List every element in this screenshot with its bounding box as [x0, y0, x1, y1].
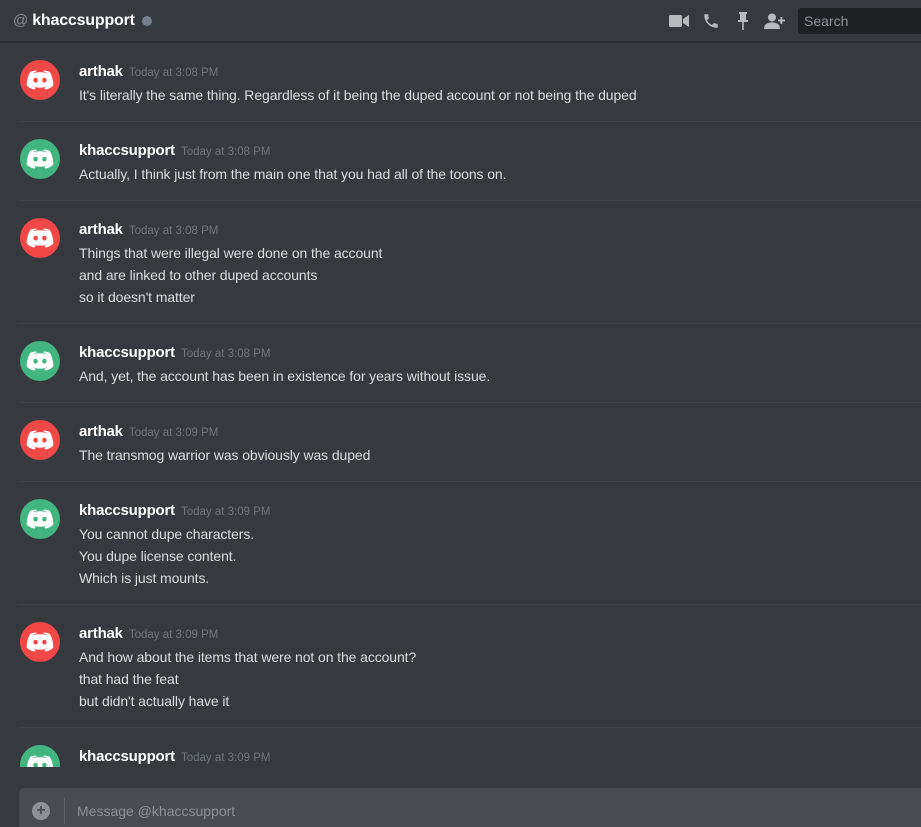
username[interactable]: arthak	[79, 221, 123, 238]
header-toolbar	[658, 0, 921, 42]
avatar[interactable]	[20, 745, 60, 767]
timestamp: Today at 3:08 PM	[128, 67, 219, 79]
discord-logo-icon	[26, 228, 54, 248]
message-text: and are linked to other duped accounts	[79, 267, 318, 283]
message-header: khaccsupport Today at 3:08 PM	[79, 142, 270, 160]
add-friend-icon[interactable]	[764, 10, 786, 32]
pin-icon[interactable]	[732, 10, 754, 32]
composer-divider	[64, 797, 65, 824]
search-input[interactable]	[804, 13, 915, 29]
message-input[interactable]	[77, 802, 921, 819]
username[interactable]: arthak	[79, 625, 123, 642]
discord-logo-icon	[26, 70, 54, 90]
message-composer: +	[19, 788, 921, 827]
username[interactable]: khaccsupport	[79, 502, 175, 519]
message-group: khaccsupport Today at 3:08 PM And, yet, th…	[20, 324, 921, 403]
message-group: arthak Today at 3:09 PM And how about the …	[20, 605, 921, 728]
channel-header: @ khaccsupport	[0, 0, 921, 42]
discord-logo-icon	[26, 755, 54, 767]
message-body: And, yet, the account has been in existe…	[79, 365, 490, 387]
message-group: arthak Today at 3:08 PM It's literally the…	[20, 43, 921, 122]
at-icon: @	[13, 12, 29, 29]
message-header: khaccsupport Today at 3:09 PM	[79, 748, 270, 766]
avatar[interactable]	[20, 139, 60, 179]
timestamp: Today at 3:09 PM	[128, 427, 219, 439]
discord-logo-icon	[26, 430, 54, 450]
timestamp: Today at 3:09 PM	[128, 629, 219, 641]
message-text: so it doesn't matter	[79, 289, 195, 305]
timestamp: Today at 3:08 PM	[180, 348, 271, 360]
composer-area: +	[0, 767, 921, 827]
message-text: And, yet, the account has been in existe…	[79, 368, 491, 384]
message-body: Actually, I think just from the main one…	[79, 163, 506, 185]
message-header: khaccsupport Today at 3:08 PM	[79, 344, 270, 362]
video-call-icon[interactable]	[668, 10, 690, 32]
username[interactable]: arthak	[79, 63, 123, 80]
username[interactable]: arthak	[79, 423, 123, 440]
message-body: And how about the items that were not on…	[79, 646, 416, 712]
username[interactable]: khaccsupport	[79, 344, 175, 361]
discord-logo-icon	[26, 509, 54, 529]
message-group: khaccsupport Today at 3:09 PM You cannot d…	[20, 482, 921, 605]
avatar[interactable]	[20, 218, 60, 258]
channel-title: khaccsupport	[32, 11, 135, 29]
message-header: khaccsupport Today at 3:09 PM	[79, 502, 270, 520]
avatar[interactable]	[20, 420, 60, 460]
message-text: that had the feat	[79, 671, 179, 687]
search-box[interactable]	[798, 8, 921, 34]
message-text: but didn't actually have it	[79, 693, 230, 709]
status-indicator	[141, 15, 152, 26]
message-body: It's literally the same thing. Regardles…	[79, 84, 637, 106]
message-group: arthak Today at 3:08 PM Things that were i…	[20, 201, 921, 324]
message-text: You cannot dupe characters.	[79, 526, 255, 542]
message-list[interactable]: arthak Today at 3:08 PM It's literally the…	[0, 43, 921, 767]
dm-chat-window: @ khaccsupport arthak Today at 3:08 PM It'…	[0, 0, 921, 827]
message-text: It's literally the same thing. Regardles…	[79, 87, 637, 103]
message-text: Things that were illegal were done on th…	[79, 245, 383, 261]
message-text: You dupe license content.	[79, 548, 237, 564]
timestamp: Today at 3:09 PM	[180, 506, 271, 518]
discord-logo-icon	[26, 149, 54, 169]
upload-plus-icon[interactable]: +	[32, 801, 50, 820]
message-text: And how about the items that were not on…	[79, 649, 417, 665]
message-header: arthak Today at 3:08 PM	[79, 63, 218, 81]
message-header: arthak Today at 3:09 PM	[79, 423, 218, 441]
discord-logo-icon	[26, 351, 54, 371]
timestamp: Today at 3:09 PM	[180, 752, 271, 764]
message-body: Things that were illegal were done on th…	[79, 242, 382, 308]
avatar[interactable]	[20, 341, 60, 381]
message-body: You cannot dupe characters. You dupe lice…	[79, 523, 254, 589]
username[interactable]: khaccsupport	[79, 142, 175, 159]
avatar[interactable]	[20, 499, 60, 539]
username[interactable]: khaccsupport	[79, 748, 175, 765]
message-group: khaccsupport Today at 3:09 PM	[20, 728, 921, 767]
message-body: The transmog warrior was obviously was d…	[79, 444, 370, 466]
avatar[interactable]	[20, 60, 60, 100]
discord-logo-icon	[26, 632, 54, 652]
avatar[interactable]	[20, 622, 60, 662]
message-text: Actually, I think just from the main one…	[79, 166, 507, 182]
timestamp: Today at 3:08 PM	[180, 146, 271, 158]
message-text: The transmog warrior was obviously was d…	[79, 447, 371, 463]
message-header: arthak Today at 3:08 PM	[79, 221, 218, 239]
voice-call-icon[interactable]	[700, 10, 722, 32]
message-group: arthak Today at 3:09 PM The transmog warri…	[20, 403, 921, 482]
timestamp: Today at 3:08 PM	[128, 225, 219, 237]
message-header: arthak Today at 3:09 PM	[79, 625, 218, 643]
message-text: Which is just mounts.	[79, 570, 210, 586]
message-group: khaccsupport Today at 3:08 PM Actually, I …	[20, 122, 921, 201]
